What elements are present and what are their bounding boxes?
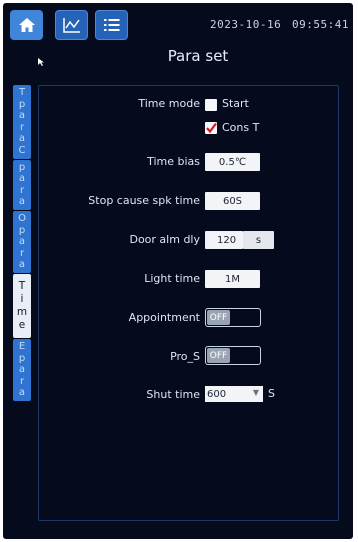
date-display: 2023-10-16 — [210, 18, 282, 31]
chart-icon — [62, 18, 80, 33]
stop-cause-field[interactable]: 60S — [205, 192, 260, 210]
device-screen: 2023-10-16 09:55:41 Para set T p a r a C… — [3, 3, 353, 539]
tab-char: e — [18, 318, 26, 331]
page-title: Para set — [167, 47, 229, 65]
pro-s-toggle[interactable]: OFF — [205, 346, 261, 365]
tab-char: a — [18, 259, 26, 271]
tab-char: a — [18, 236, 26, 248]
list-icon — [103, 19, 119, 31]
start-checkbox[interactable] — [205, 99, 217, 111]
tab-char: E — [18, 340, 26, 352]
tab-time[interactable]: T i m e — [13, 273, 31, 338]
list-button[interactable] — [95, 10, 128, 40]
tab-char: p — [18, 352, 26, 364]
shut-time-select[interactable]: 600 ▼ — [205, 386, 263, 402]
chart-button[interactable] — [55, 10, 88, 40]
door-alarm-label: Door alm dly — [129, 233, 200, 246]
tab-epara[interactable]: E p a r a — [13, 338, 31, 401]
settings-panel: Time mode Start Cons T Time bias 0.5℃ St… — [38, 85, 339, 521]
tab-char: a — [18, 133, 26, 145]
stop-cause-label: Stop cause spk time — [88, 194, 200, 207]
tab-char: r — [19, 184, 25, 196]
start-option-label: Start — [222, 97, 249, 110]
tab-char: p — [18, 224, 26, 236]
tab-char: T — [18, 87, 26, 98]
tab-char: a — [18, 196, 26, 208]
light-time-field[interactable]: 1M — [205, 270, 260, 288]
tab-char: p — [18, 161, 26, 173]
tab-char: r — [19, 247, 25, 259]
top-bar: 2023-10-16 09:55:41 — [3, 3, 353, 45]
tab-tparac[interactable]: T p a r a C — [13, 85, 31, 159]
tab-char: a — [18, 110, 26, 122]
door-alarm-field[interactable]: 120 — [205, 231, 243, 249]
tab-char: a — [18, 387, 26, 399]
time-mode-label: Time mode — [138, 97, 200, 110]
tab-char: p — [18, 98, 26, 110]
tab-char: r — [19, 375, 25, 387]
appointment-toggle-state: OFF — [207, 310, 230, 325]
shut-time-label: Shut time — [146, 388, 200, 401]
tab-para[interactable]: p a r a — [13, 159, 31, 210]
cons-t-option-label: Cons T — [222, 121, 260, 134]
shut-time-value: 600 — [207, 388, 227, 400]
tab-char: O — [18, 212, 26, 224]
tab-char: C — [18, 144, 26, 156]
tab-char: m — [16, 305, 28, 318]
appointment-toggle[interactable]: OFF — [205, 308, 261, 327]
time-bias-field[interactable]: 0.5℃ — [205, 153, 260, 171]
home-icon — [18, 18, 35, 32]
cursor-icon — [38, 58, 44, 66]
tab-opara[interactable]: O p a r a — [13, 210, 31, 273]
tab-char: r — [19, 121, 25, 133]
time-bias-label: Time bias — [147, 155, 200, 168]
appointment-label: Appointment — [128, 311, 200, 324]
tab-char: a — [18, 173, 26, 185]
time-display: 09:55:41 — [292, 18, 349, 31]
side-tab-bar: T p a r a C p a r a O p a r a T i m e E — [13, 85, 31, 402]
shut-time-unit: S — [268, 387, 275, 400]
home-button[interactable] — [10, 10, 43, 40]
tab-char: a — [18, 364, 26, 376]
pro-s-toggle-state: OFF — [207, 348, 230, 363]
door-alarm-unit: s — [243, 231, 274, 249]
light-time-label: Light time — [144, 272, 200, 285]
tab-char: T — [18, 279, 26, 292]
pro-s-label: Pro_S — [170, 350, 200, 363]
checkmark-icon — [206, 122, 217, 134]
chevron-down-icon: ▼ — [252, 388, 259, 397]
tab-char: i — [20, 292, 24, 305]
cons-t-checkbox[interactable] — [205, 122, 217, 134]
